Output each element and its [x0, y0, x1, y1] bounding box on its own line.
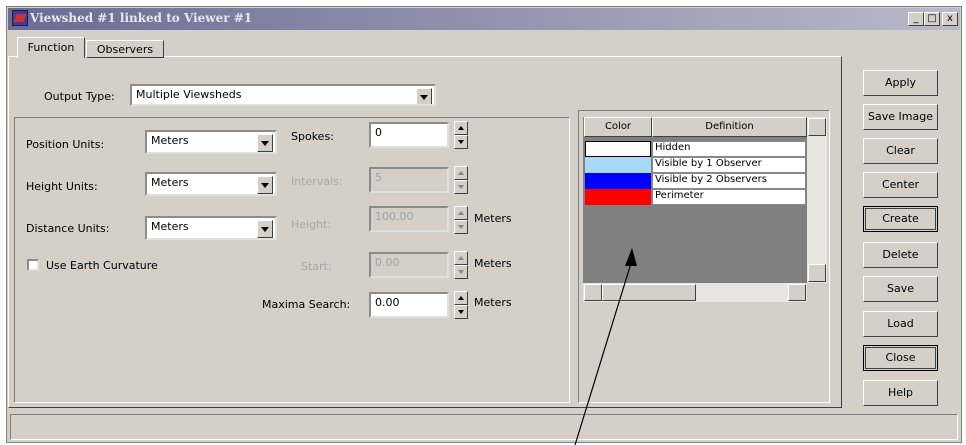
distance-units-label: Distance Units:: [26, 222, 110, 235]
intervals-label: Intervals:: [291, 175, 343, 188]
spokes-spinner[interactable]: [454, 121, 468, 149]
chevron-down-icon[interactable]: [257, 176, 273, 194]
definition-cell[interactable]: Perimeter: [652, 189, 806, 205]
save-image-button[interactable]: Save Image: [863, 104, 938, 130]
color-swatch-visible-1[interactable]: [585, 157, 651, 173]
tab-function[interactable]: Function: [17, 37, 85, 58]
earth-curvature-label: Use Earth Curvature: [46, 259, 158, 272]
start-unit-label: Meters: [474, 257, 512, 270]
height-spinner[interactable]: [454, 206, 468, 234]
definition-column-header[interactable]: Definition: [652, 117, 807, 137]
definition-cell[interactable]: Visible by 2 Observers: [652, 173, 806, 189]
minimize-button[interactable]: _: [908, 12, 924, 26]
clear-button[interactable]: Clear: [863, 138, 938, 164]
height-units-value: Meters: [151, 176, 189, 189]
color-swatch-hidden[interactable]: [585, 141, 651, 157]
app-icon: [12, 10, 28, 26]
output-type-value: Multiple Viewsheds: [136, 88, 242, 101]
color-swatch-perimeter[interactable]: [585, 189, 651, 205]
color-swatch-visible-2[interactable]: [585, 173, 651, 189]
spokes-field[interactable]: 0: [369, 122, 449, 148]
distance-units-value: Meters: [151, 220, 189, 233]
annotation-arrow: [574, 248, 637, 445]
vertical-scrollbar[interactable]: [807, 117, 827, 283]
scroll-down-icon[interactable]: [808, 264, 826, 282]
output-type-select[interactable]: Multiple Viewsheds: [130, 84, 436, 106]
delete-button[interactable]: Delete: [863, 242, 938, 268]
position-units-label: Position Units:: [26, 138, 105, 151]
definition-cell[interactable]: Visible by 1 Observer: [652, 157, 806, 173]
chevron-down-icon[interactable]: [416, 88, 432, 104]
maxima-search-spinner[interactable]: [454, 291, 468, 319]
spokes-label: Spokes:: [291, 130, 334, 143]
maximize-button[interactable]: □: [924, 12, 940, 26]
intervals-field[interactable]: 5: [369, 167, 449, 193]
chevron-down-icon[interactable]: [257, 134, 273, 152]
chevron-down-icon[interactable]: [257, 220, 273, 238]
height-label: Height:: [291, 218, 332, 231]
earth-curvature-checkbox[interactable]: [27, 259, 39, 271]
tab-observers[interactable]: Observers: [86, 40, 164, 58]
start-field[interactable]: 0.00: [369, 252, 449, 278]
maxima-unit-label: Meters: [474, 296, 512, 309]
start-spinner[interactable]: [454, 251, 468, 279]
create-button[interactable]: Create: [863, 206, 938, 232]
status-bar: [10, 414, 958, 440]
intervals-spinner[interactable]: [454, 166, 468, 194]
window-title: Viewshed #1 linked to Viewer #1: [30, 11, 253, 25]
color-column-header[interactable]: Color: [584, 117, 652, 137]
position-units-select[interactable]: Meters: [145, 130, 277, 154]
output-type-label: Output Type:: [44, 90, 115, 103]
close-button[interactable]: Close: [863, 345, 938, 371]
maxima-search-field[interactable]: 0.00: [369, 292, 449, 318]
scroll-right-icon[interactable]: [788, 284, 806, 301]
height-units-select[interactable]: Meters: [145, 172, 277, 196]
definition-cell[interactable]: Hidden: [652, 141, 806, 157]
center-button[interactable]: Center: [863, 172, 938, 198]
position-units-value: Meters: [151, 134, 189, 147]
height-units-label: Height Units:: [26, 180, 98, 193]
start-label: Start:: [301, 260, 332, 273]
load-button[interactable]: Load: [863, 311, 938, 337]
help-button[interactable]: Help: [863, 380, 938, 406]
height-field[interactable]: 100.00: [369, 206, 449, 232]
apply-button[interactable]: Apply: [863, 70, 938, 96]
maxima-search-label: Maxima Search:: [262, 298, 351, 311]
distance-units-select[interactable]: Meters: [145, 216, 277, 240]
close-icon[interactable]: x: [942, 12, 958, 26]
scroll-up-icon[interactable]: [808, 118, 826, 136]
save-button[interactable]: Save: [863, 276, 938, 302]
height-unit-label: Meters: [474, 212, 512, 225]
